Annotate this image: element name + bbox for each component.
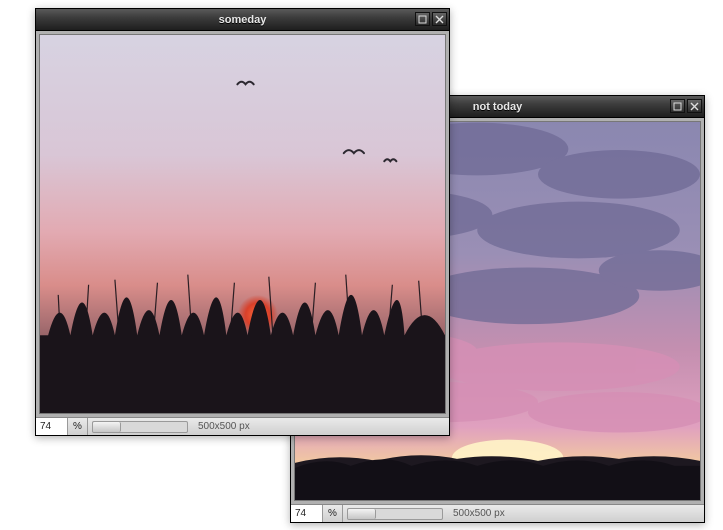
titlebar[interactable]: someday <box>36 9 449 31</box>
canvas-area <box>36 31 449 417</box>
close-icon <box>690 102 699 111</box>
close-button[interactable] <box>687 99 702 113</box>
dimensions-label: 500x500 px <box>447 508 505 519</box>
image-canvas[interactable] <box>39 34 446 414</box>
window-title: someday <box>36 14 449 26</box>
dimensions-label: 500x500 px <box>192 421 250 432</box>
minimize-button[interactable] <box>415 12 430 26</box>
zoom-slider[interactable] <box>92 421 188 433</box>
close-button[interactable] <box>432 12 447 26</box>
zoom-slider[interactable] <box>347 508 443 520</box>
zoom-slider-thumb[interactable] <box>93 422 121 432</box>
image-window-someday[interactable]: someday <box>35 8 450 436</box>
zoom-percent-label: % <box>68 418 88 435</box>
window-controls <box>670 99 702 113</box>
status-bar: 74 % 500x500 px <box>36 417 449 435</box>
close-icon <box>435 15 444 24</box>
zoom-slider-thumb[interactable] <box>348 509 376 519</box>
window-controls <box>415 12 447 26</box>
zoom-value[interactable]: 74 <box>291 505 323 522</box>
minimize-icon <box>418 15 427 24</box>
minimize-button[interactable] <box>670 99 685 113</box>
zoom-percent-label: % <box>323 505 343 522</box>
zoom-value[interactable]: 74 <box>36 418 68 435</box>
status-bar: 74 % 500x500 px <box>291 504 704 522</box>
minimize-icon <box>673 102 682 111</box>
